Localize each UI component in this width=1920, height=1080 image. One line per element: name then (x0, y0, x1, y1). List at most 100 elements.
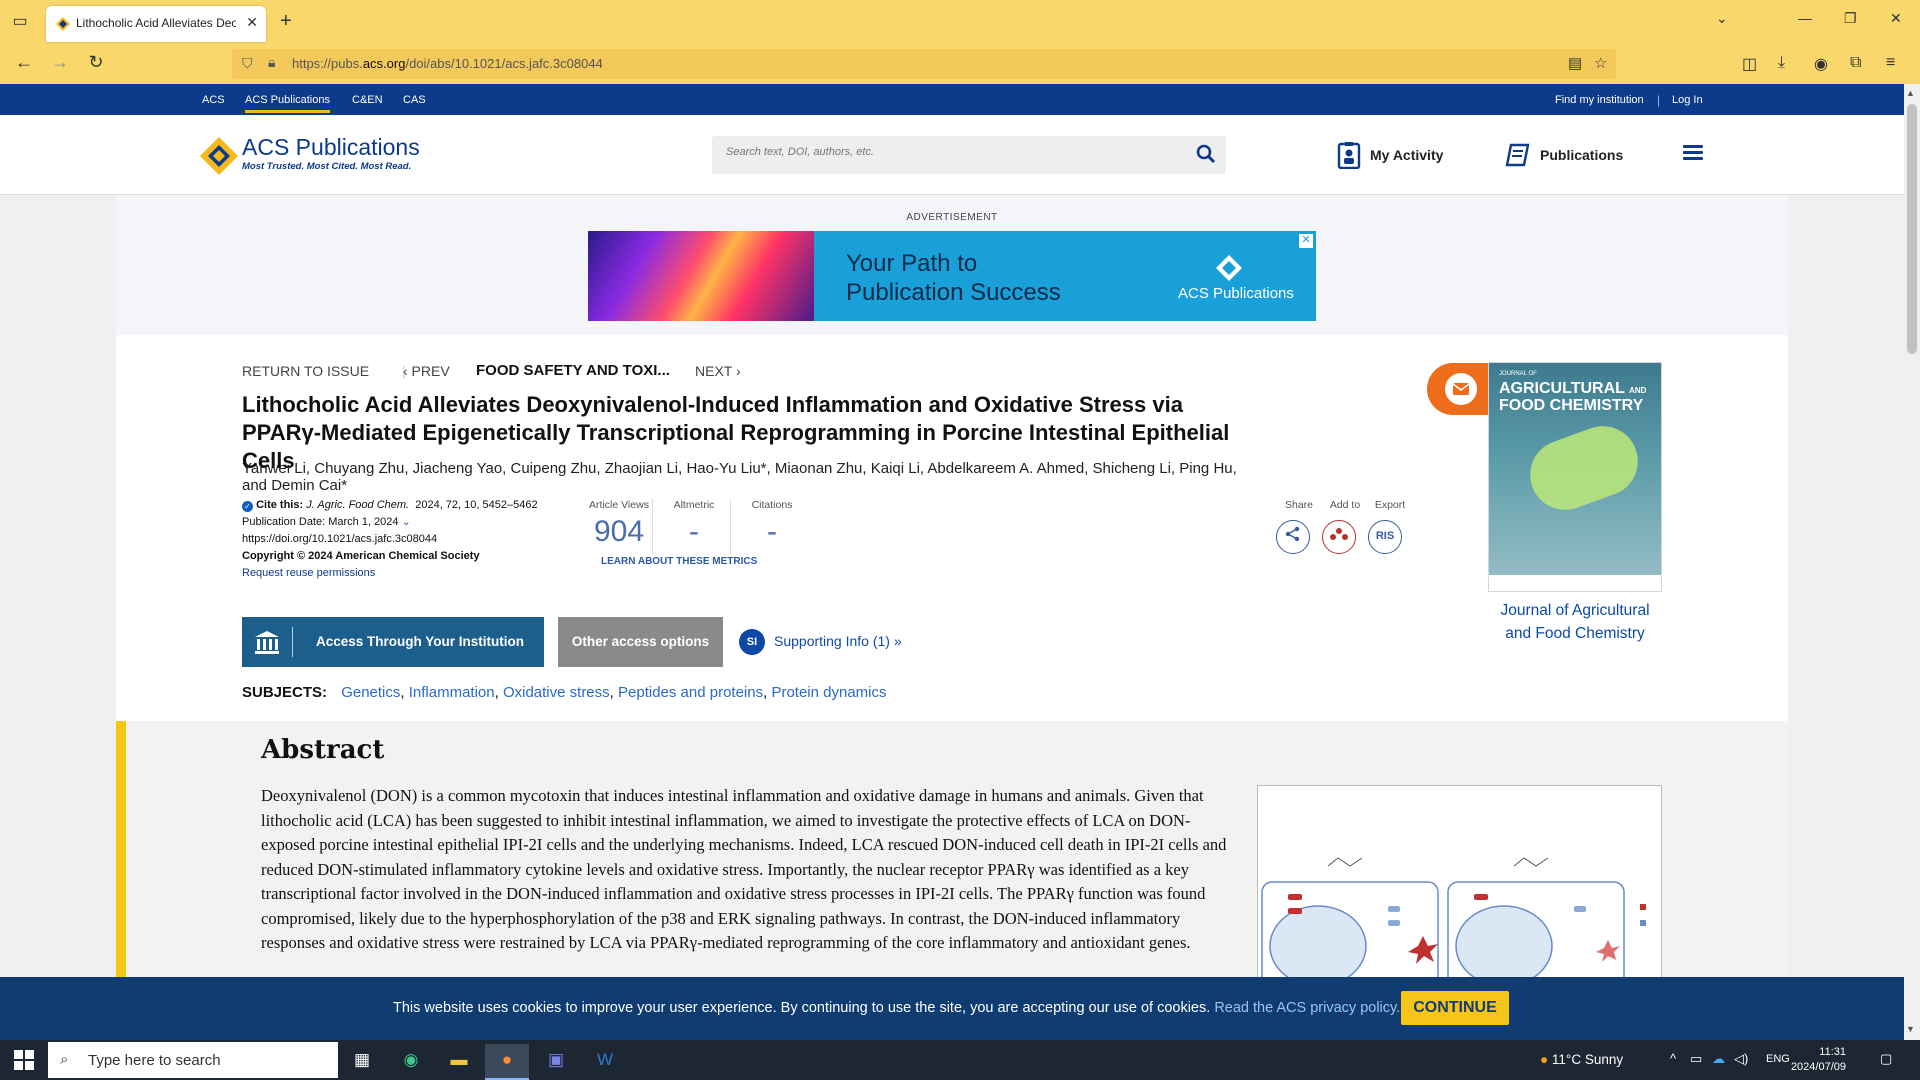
publications-icon[interactable] (1504, 141, 1530, 169)
file-explorer-icon[interactable]: ▬ (437, 1044, 481, 1080)
email-alert-button[interactable] (1427, 363, 1489, 415)
task-view-icon[interactable]: ▦ (340, 1044, 384, 1080)
close-tab-icon[interactable]: ✕ (246, 14, 258, 31)
close-window-icon[interactable]: ✕ (1890, 10, 1902, 27)
new-tab-icon[interactable]: + (280, 10, 292, 33)
my-activity-link[interactable]: My Activity (1370, 147, 1443, 163)
find-my-institution-link[interactable]: Find my institution (1555, 94, 1644, 106)
privacy-policy-link[interactable]: Read the ACS privacy policy. (1214, 1000, 1400, 1016)
page-scrollbar[interactable]: ▲ ▼ (1904, 84, 1920, 1040)
acs-favicon-icon (56, 17, 70, 31)
export-ris-button[interactable]: RIS (1368, 520, 1402, 554)
add-to-label: Add to (1329, 499, 1361, 511)
edge-icon[interactable]: ◉ (389, 1044, 433, 1080)
doi-link[interactable]: https://doi.org/10.1021/acs.jafc.3c08044 (242, 533, 437, 545)
cover-illustration (1520, 416, 1648, 520)
prev-article-link[interactable]: ‹ PREV (403, 363, 450, 379)
subject-genetics[interactable]: Genetics (341, 684, 400, 701)
url-bar[interactable]: ⛉ 🔒︎ https://pubs.acs.org/doi/abs/10.102… (232, 49, 1616, 79)
altmetric-metric: Altmetric - (673, 499, 715, 548)
nav-link-acs[interactable]: ACS (202, 94, 225, 106)
downloads-icon[interactable]: ⤓ (1778, 54, 1785, 72)
next-article-link[interactable]: NEXT › (695, 363, 741, 379)
cite-volume: 2024, 72, 10, 5452–5462 (415, 499, 538, 511)
section-label[interactable]: FOOD SAFETY AND TOXI... (476, 362, 670, 379)
browser-tab[interactable]: Lithocholic Acid Alleviates Deo ✕ (46, 6, 266, 42)
login-link[interactable]: Log In (1672, 94, 1703, 106)
scroll-up-icon[interactable]: ▲ (1906, 88, 1915, 98)
share-button[interactable] (1276, 520, 1310, 554)
back-icon[interactable]: ← (12, 52, 36, 73)
ad-artwork (588, 231, 814, 321)
account-icon[interactable]: ◉ (1814, 54, 1828, 74)
advertisement-banner[interactable]: Your Path to Publication Success ACS Publ… (588, 231, 1316, 321)
subject-peptides-proteins[interactable]: Peptides and proteins (618, 684, 763, 701)
access-institution-label: Access Through Your Institution (316, 634, 525, 649)
add-to-mendeley-button[interactable] (1322, 520, 1356, 554)
firefox-icon[interactable]: ● (485, 1044, 529, 1080)
taskbar-search-placeholder: Type here to search (88, 1052, 221, 1069)
url-text[interactable]: https://pubs.acs.org/doi/abs/10.1021/acs… (292, 56, 603, 71)
nav-link-cen[interactable]: C&EN (352, 94, 383, 106)
share-label: Share (1284, 499, 1314, 511)
scroll-down-icon[interactable]: ▼ (1906, 1024, 1915, 1034)
list-all-tabs-icon[interactable]: ⌄ (1716, 10, 1728, 27)
tab-list-icon[interactable]: ▭ (8, 10, 32, 34)
app-menu-icon[interactable]: ≡ (1886, 54, 1895, 72)
supporting-info-badge[interactable]: SI (739, 629, 765, 655)
extensions-icon[interactable]: ⧉ (1850, 54, 1861, 72)
tray-chevron-icon[interactable]: ^ (1670, 1051, 1676, 1066)
bookmark-star-icon[interactable]: ☆ (1594, 54, 1607, 72)
envelope-icon (1445, 373, 1477, 405)
teams-icon[interactable]: ▣ (534, 1044, 578, 1080)
nav-link-acs-publications[interactable]: ACS Publications (245, 94, 330, 113)
forward-icon[interactable]: → (48, 52, 72, 73)
return-to-issue-link[interactable]: RETURN TO ISSUE (242, 363, 369, 379)
onedrive-icon[interactable]: ☁ (1712, 1051, 1725, 1067)
search-icon[interactable] (1196, 144, 1216, 164)
reload-icon[interactable]: ↻ (84, 52, 108, 73)
journal-name-link[interactable]: Journal of Agricultural and Food Chemist… (1488, 599, 1662, 645)
other-access-options-button[interactable]: Other access options (558, 617, 723, 667)
cookie-continue-button[interactable]: CONTINUE (1401, 991, 1509, 1025)
hamburger-menu-icon[interactable] (1683, 145, 1703, 161)
acs-logo-icon[interactable] (200, 137, 238, 175)
request-reuse-link[interactable]: Request reuse permissions (242, 567, 375, 579)
my-activity-icon[interactable] (1336, 141, 1362, 169)
taskbar-search[interactable]: ⌕ Type here to search (48, 1042, 338, 1078)
cookie-banner: This website uses cookies to improve you… (0, 977, 1904, 1040)
taskbar-clock[interactable]: 11:31 2024/07/09 (1786, 1045, 1846, 1075)
cite-journal: J. Agric. Food Chem. (306, 499, 410, 511)
ad-close-icon[interactable]: ✕ (1298, 233, 1314, 249)
restore-icon[interactable]: ❐ (1844, 10, 1857, 27)
mendeley-icon (1330, 528, 1348, 540)
network-icon[interactable]: ▭ (1690, 1051, 1702, 1067)
pocket-icon[interactable]: ◫ (1742, 54, 1757, 74)
tracking-shield-icon[interactable]: ⛉ (242, 55, 253, 72)
volume-icon[interactable]: ◁) (1734, 1051, 1748, 1067)
cover-title: AGRICULTURAL AND FOOD CHEMISTRY (1499, 380, 1647, 414)
word-icon[interactable]: W (583, 1044, 627, 1080)
publication-date[interactable]: Publication Date: March 1, 2024 (242, 516, 399, 528)
supporting-info-link[interactable]: Supporting Info (1) » (774, 633, 902, 649)
notifications-icon[interactable]: ▢ (1880, 1051, 1892, 1067)
nav-link-cas[interactable]: CAS (403, 94, 426, 106)
weather-widget[interactable]: ● 11°C Sunny (1540, 1052, 1623, 1067)
minimize-icon[interactable]: — (1798, 10, 1812, 26)
toc-graphic[interactable] (1257, 785, 1662, 995)
article-authors[interactable]: Yanwei Li, Chuyang Zhu, Jiacheng Yao, Cu… (242, 460, 1242, 494)
chevron-down-icon[interactable]: ⌄ (402, 516, 411, 528)
subject-oxidative-stress[interactable]: Oxidative stress (503, 684, 610, 701)
lock-icon[interactable]: 🔒︎ (268, 54, 275, 71)
reader-view-icon[interactable]: ▤ (1568, 54, 1582, 72)
scrollbar-thumb[interactable] (1907, 104, 1917, 354)
journal-cover[interactable]: JOURNAL OF AGRICULTURAL AND FOOD CHEMISTR… (1488, 362, 1662, 592)
logo-text[interactable]: ACS Publications (242, 134, 420, 161)
access-through-institution-button[interactable]: Access Through Your Institution (242, 617, 544, 667)
subject-inflammation[interactable]: Inflammation (409, 684, 495, 701)
windows-start-icon[interactable] (14, 1050, 34, 1070)
publications-link[interactable]: Publications (1540, 147, 1623, 163)
subject-protein-dynamics[interactable]: Protein dynamics (771, 684, 886, 701)
search-input[interactable] (724, 145, 1184, 159)
learn-about-metrics-link[interactable]: LEARN ABOUT THESE METRICS (601, 556, 757, 567)
